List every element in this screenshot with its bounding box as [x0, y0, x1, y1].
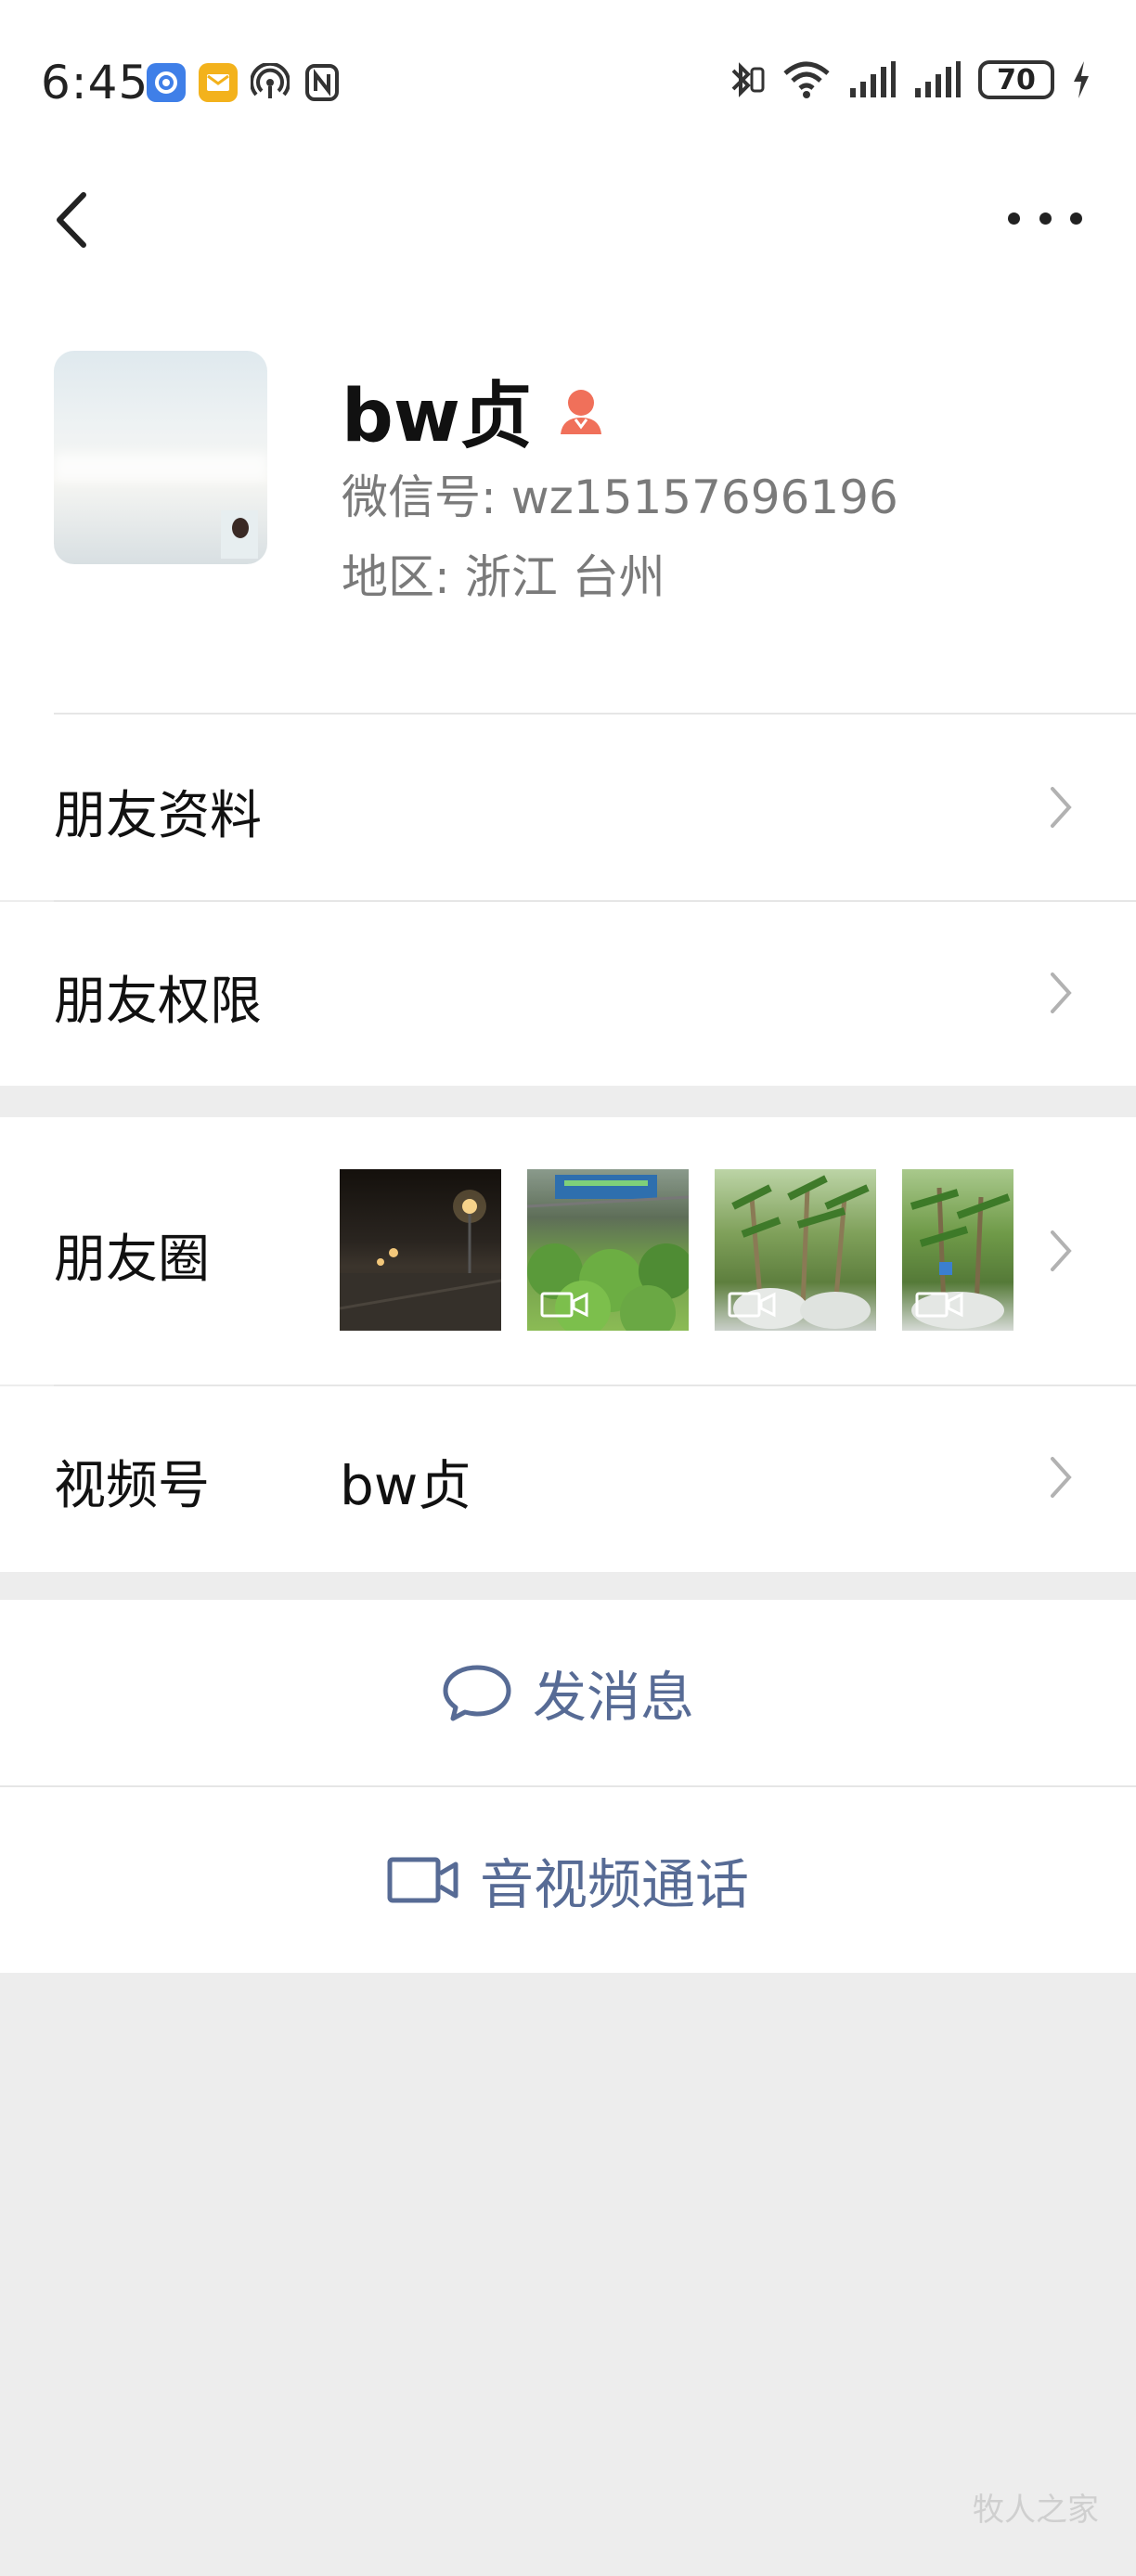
status-system-icons: 70 [728, 59, 1091, 100]
row-label: 朋友资料 [54, 786, 262, 846]
moments-thumbnails [340, 1169, 1013, 1331]
row-channels[interactable]: 视频号 bw贞 [0, 1386, 1136, 1572]
status-time: 6:45 [41, 56, 149, 109]
status-notification-icons [147, 63, 342, 102]
female-icon [560, 390, 601, 434]
wechat-id: 微信号: wz15157696196 [342, 470, 898, 524]
row-label: 视频号 [54, 1456, 210, 1516]
app-icon-blue [147, 63, 186, 102]
hotspot-icon [251, 63, 290, 102]
video-icon [540, 1292, 588, 1318]
chevron-right-icon [1051, 787, 1072, 828]
profile-name: bw贞 [342, 375, 533, 458]
status-bar: 6:45 70 [0, 0, 1136, 167]
send-message-button[interactable]: 发消息 [0, 1600, 1136, 1785]
chat-bubble-icon [443, 1665, 511, 1721]
section-gap [0, 1086, 1136, 1117]
row-label: 朋友权限 [54, 972, 262, 1032]
row-label: 朋友圈 [54, 1230, 210, 1290]
name-row: bw贞 [342, 358, 609, 462]
row-friend-permissions[interactable]: 朋友权限 [0, 902, 1136, 1086]
video-camera-icon [387, 1857, 458, 1903]
more-dots-icon[interactable] [1008, 195, 1082, 241]
section-gap [0, 1572, 1136, 1600]
nfc-icon [303, 63, 342, 102]
nav-bar [0, 167, 1136, 269]
row-moments[interactable]: 朋友圈 [0, 1117, 1136, 1385]
channels-value: bw贞 [340, 1454, 472, 1517]
chevron-right-icon [1051, 1457, 1072, 1498]
chevron-left-icon[interactable] [46, 187, 102, 252]
profile-header: bw贞 微信号: wz15157696196 地区: 浙江 台州 [0, 269, 1136, 715]
avatar[interactable] [54, 351, 267, 564]
charging-icon [1074, 61, 1089, 98]
wifi-icon [783, 61, 830, 98]
region: 地区: 浙江 台州 [342, 550, 665, 604]
watermark: 牧人之家 [973, 2492, 1099, 2529]
send-message-label: 发消息 [532, 1666, 694, 1729]
moments-thumb-seedlings[interactable] [902, 1169, 1013, 1331]
video-call-label: 音视频通话 [479, 1853, 749, 1916]
moments-thumb-night-street[interactable] [340, 1169, 501, 1331]
battery-icon: 70 [978, 60, 1054, 99]
moments-thumb-potted-trees[interactable] [715, 1169, 876, 1331]
chevron-right-icon [1051, 972, 1072, 1013]
video-icon [728, 1292, 776, 1318]
moments-thumb-nursery[interactable] [527, 1169, 689, 1331]
video-icon [915, 1292, 963, 1318]
signal-icon [915, 61, 961, 97]
video-call-button[interactable]: 音视频通话 [0, 1787, 1136, 1973]
mail-icon [199, 63, 238, 102]
row-friend-info[interactable]: 朋友资料 [0, 715, 1136, 900]
chevron-right-icon [1051, 1230, 1072, 1271]
bluetooth-icon [731, 62, 765, 97]
signal-icon [850, 61, 896, 97]
